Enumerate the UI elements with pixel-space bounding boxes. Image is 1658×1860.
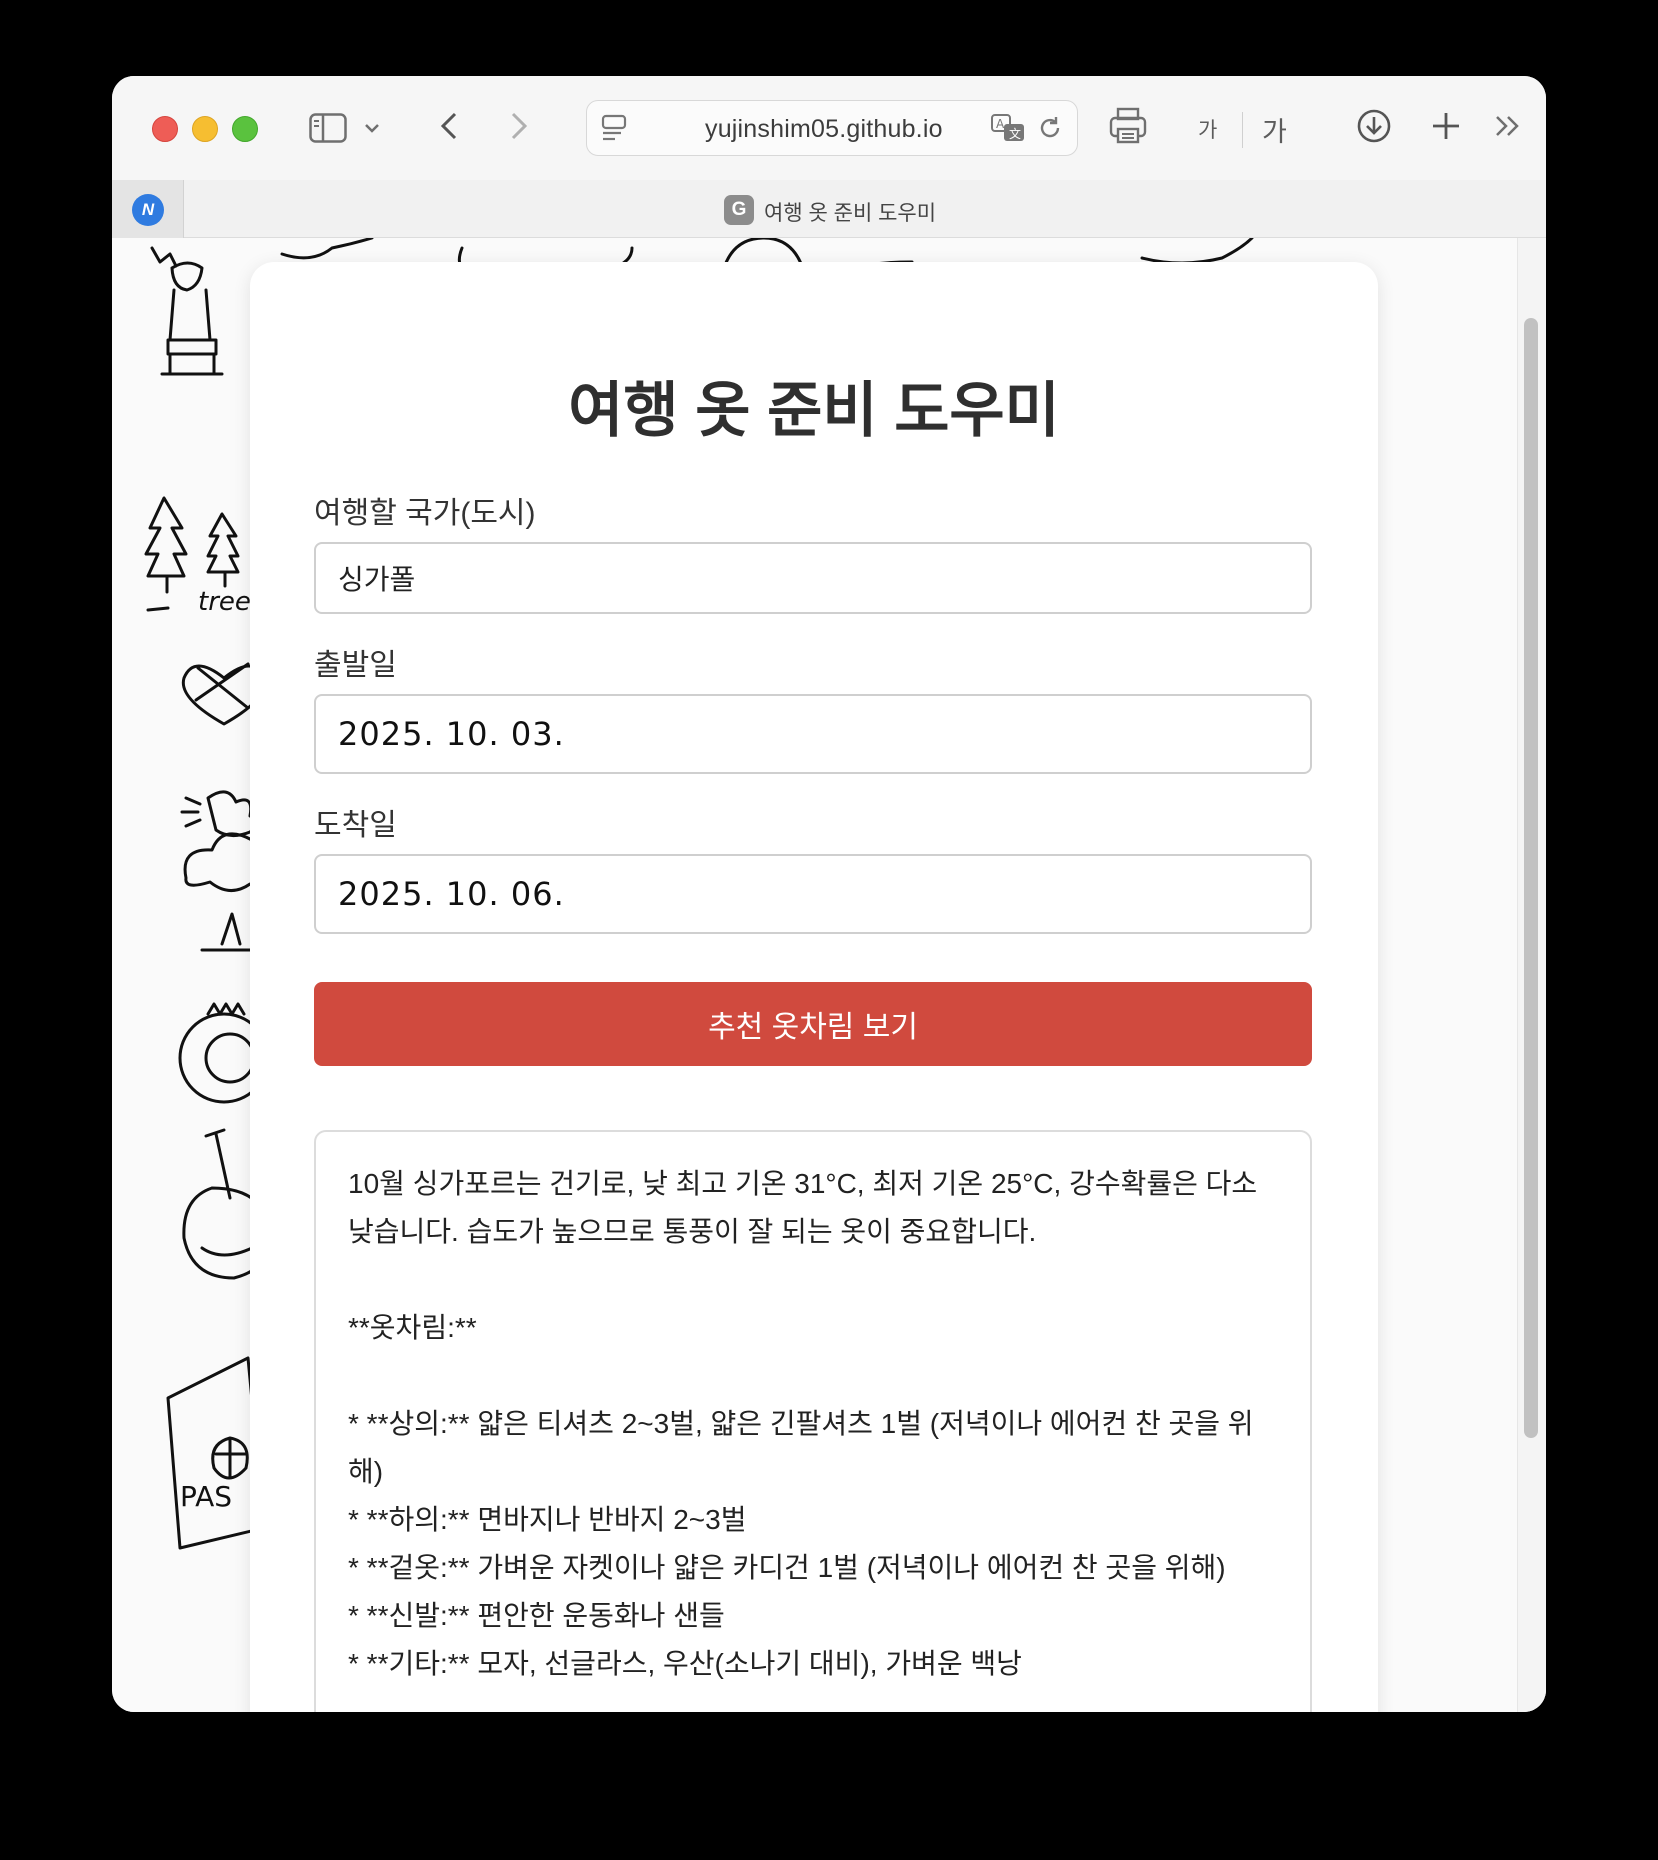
show-recommendation-button[interactable]: 추천 옷차림 보기: [314, 982, 1312, 1066]
result-item-shoes: * **신발:** 편안한 운동화나 샌들: [348, 1600, 725, 1631]
svg-text:文: 文: [1009, 126, 1021, 141]
page-title: 여행 옷 준비 도우미: [568, 377, 1060, 444]
arrival-label: 도착일: [314, 809, 397, 842]
recommendation-result: 10월 싱가포르는 건기로, 낮 최고 기온 31°C, 최저 기온 25°C,…: [314, 1130, 1312, 1712]
translate-icon[interactable]: A文: [989, 111, 1027, 145]
text-smaller-button[interactable]: 가: [1198, 114, 1217, 144]
address-bar[interactable]: yujinshim05.github.io A文: [586, 100, 1078, 156]
more-icon[interactable]: [1492, 110, 1524, 142]
arrival-date-input[interactable]: 2025. 10. 06.: [314, 854, 1312, 934]
tab-favicon: G: [724, 195, 754, 225]
result-item-top: * **상의:** 얇은 티셔츠 2~3벌, 얇은 긴팔셔츠 1벌 (저녁이나 …: [348, 1408, 1254, 1487]
text-larger-button[interactable]: 가: [1262, 110, 1287, 149]
toolbar-divider: [1242, 112, 1243, 148]
result-item-etc: * **기타:** 모자, 선글라스, 우산(소나기 대비), 가벼운 백낭: [348, 1648, 1022, 1679]
chevron-down-icon[interactable]: [360, 116, 384, 140]
result-item-bottom: * **하의:** 면바지나 반바지 2~3벌: [348, 1504, 747, 1535]
result-intro: 10월 싱가포르는 건기로, 낮 최고 기온 31°C, 최저 기온 25°C,…: [348, 1168, 1258, 1247]
svg-text:A: A: [996, 117, 1005, 131]
close-window-button[interactable]: [152, 116, 178, 142]
browser-window: yujinshim05.github.io A文 가 가 N G 여행 옷 준비…: [112, 76, 1546, 1712]
plus-icon[interactable]: [1428, 108, 1464, 144]
app-card: 여행 옷 준비 도우미 여행할 국가(도시) 싱가폴 출발일 2025. 10.…: [250, 262, 1378, 1712]
forward-icon[interactable]: [504, 106, 534, 146]
minimize-window-button[interactable]: [192, 116, 218, 142]
country-input[interactable]: 싱가폴: [314, 542, 1312, 614]
departure-date-input[interactable]: 2025. 10. 03.: [314, 694, 1312, 774]
svg-text:PAS: PAS: [180, 1480, 232, 1513]
url-text: yujinshim05.github.io: [705, 115, 943, 143]
departure-label: 출발일: [314, 649, 397, 682]
scrollbar-thumb[interactable]: [1524, 318, 1538, 1438]
result-heading: **옷차림:**: [348, 1312, 477, 1343]
browser-toolbar: yujinshim05.github.io A文 가 가: [112, 76, 1546, 180]
reload-icon[interactable]: [1035, 113, 1065, 143]
back-icon[interactable]: [434, 106, 464, 146]
result-item-outer: * **겉옷:** 가벼운 자켓이나 얇은 카디건 1벌 (저녁이나 에어컨 찬…: [348, 1552, 1226, 1583]
tab-title[interactable]: 여행 옷 준비 도우미: [764, 197, 936, 227]
pinned-site-icon: N: [132, 194, 164, 226]
country-label: 여행할 국가(도시): [314, 497, 536, 530]
departure-value: 2025. 10. 03.: [338, 715, 565, 753]
arrival-value: 2025. 10. 06.: [338, 875, 565, 913]
tab-bar: N G 여행 옷 준비 도우미: [112, 180, 1546, 238]
page-content: tree PAS HAPPY: [112, 238, 1546, 1712]
country-value: 싱가폴: [338, 564, 416, 595]
reader-icon[interactable]: [599, 113, 629, 143]
sidebar-icon[interactable]: [308, 108, 348, 148]
svg-text:tree: tree: [198, 587, 251, 617]
print-icon[interactable]: [1106, 104, 1150, 148]
zoom-window-button[interactable]: [232, 116, 258, 142]
pinned-tab[interactable]: N: [112, 180, 184, 238]
download-icon[interactable]: [1354, 106, 1394, 146]
